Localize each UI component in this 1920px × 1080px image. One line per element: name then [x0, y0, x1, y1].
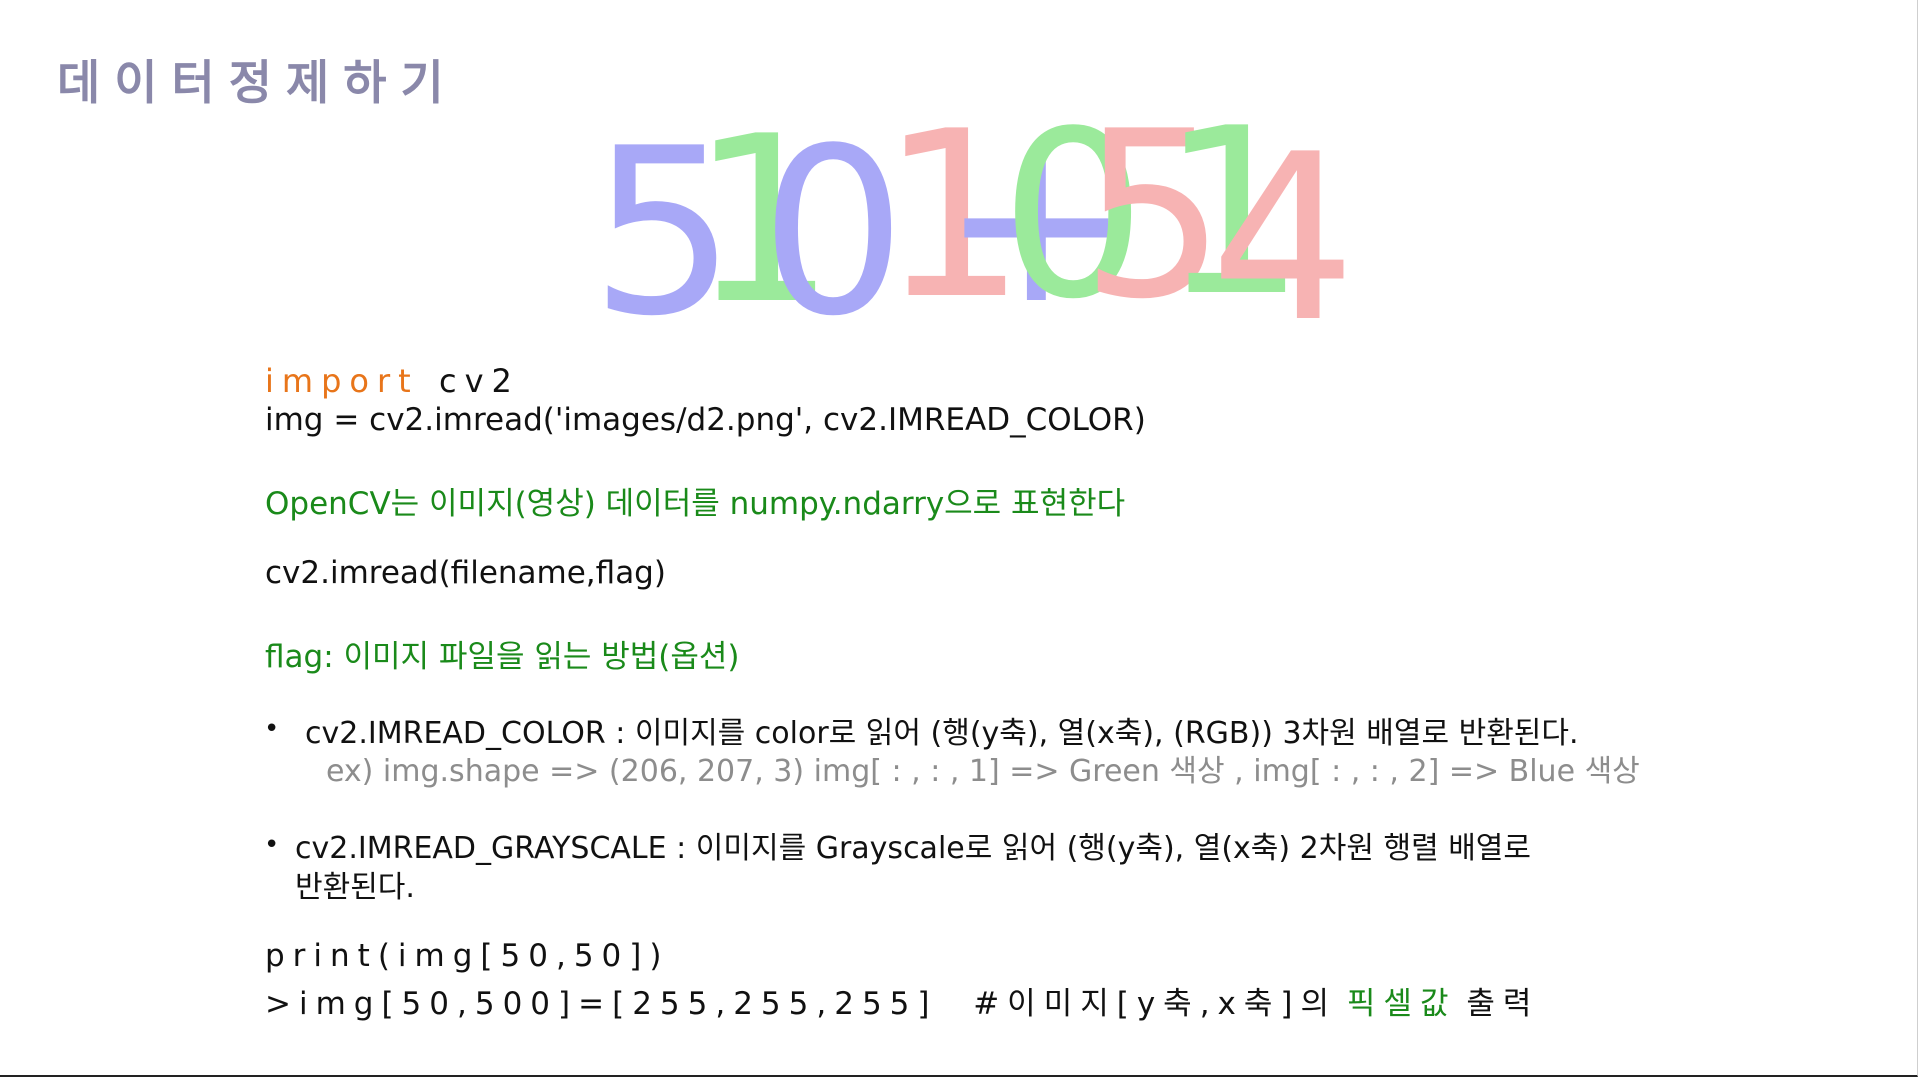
output-highlight: 픽셀값	[1346, 986, 1457, 1022]
imread-signature: cv2.imread(filename,flag)	[265, 555, 666, 591]
import-line: import cv2	[265, 362, 520, 400]
flag-note: flag: 이미지 파일을 읽는 방법(옵션)	[265, 639, 740, 675]
bullet-dot: •	[264, 830, 280, 860]
print-code-line: print(img[50,50])	[265, 938, 670, 974]
slide: 데이터정제하기 5 1 0 1 +0 5 1 4 import cv2 img = cv2.i…	[0, 0, 1918, 1077]
output-text: >img[50,500]=[255,255,255] #이미지[y축,x축]의	[265, 986, 1338, 1022]
import-module: cv2	[439, 362, 520, 400]
handwritten-digits-image: 5101+0514	[590, 80, 1356, 340]
imread-code-line: img = cv2.imread('images/d2.png', cv2.IM…	[265, 402, 1146, 438]
bullet-imread-grayscale-cont: 반환된다.	[295, 870, 415, 905]
bullet-imread-grayscale: cv2.IMREAD_GRAYSCALE : 이미지를 Grayscale로 읽…	[295, 831, 1532, 866]
print-output-line: >img[50,500]=[255,255,255] #이미지[y축,x축]의 …	[265, 978, 1539, 1023]
bullet-dot: •	[264, 714, 280, 744]
output-suffix: 출력	[1466, 986, 1540, 1022]
digit-glyph: 4	[1210, 106, 1356, 340]
import-keyword: import	[265, 362, 419, 400]
opencv-note: OpenCV는 이미지(영상) 데이터를 numpy.ndarry으로 표현한다	[265, 486, 1126, 522]
bullet-imread-color-example: ex) img.shape => (206, 207, 3) img[ : , …	[326, 754, 1640, 789]
